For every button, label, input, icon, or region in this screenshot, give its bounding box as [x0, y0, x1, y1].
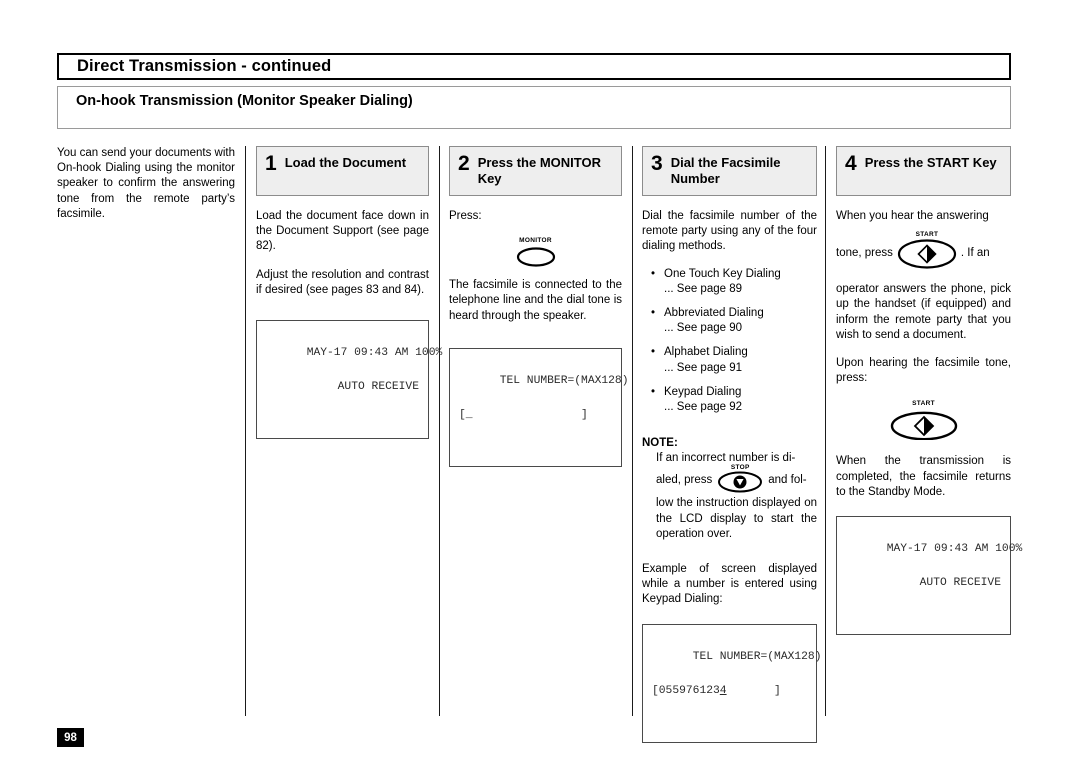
step-3-paragraph-1: Dial the facsimile number of the remote … — [642, 210, 817, 253]
step-2-lcd-line-1: TEL NUMBER=(MAX128) — [499, 374, 629, 387]
start-key-label-large: START — [912, 400, 935, 408]
intro-paragraph: You can send your documents with On-hook… — [57, 147, 235, 220]
step-4-inline-post: . If an — [960, 246, 990, 259]
bullet-icon: • — [650, 385, 656, 398]
step-3-lcd-cursor-digit: 4 — [719, 684, 727, 697]
dialing-method-ref-3: ... See page 92 — [664, 401, 743, 414]
step-1-lcd-line-1: MAY-17 09:43 AM 100% — [306, 347, 443, 360]
step-1-paragraph-1: Load the document face down in the Docum… — [256, 210, 429, 253]
monitor-key-area: MONITOR — [449, 236, 622, 268]
bullet-icon: • — [650, 307, 656, 320]
step-column-3: 3 Dial the Facsimile Number Dial the fac… — [642, 146, 822, 743]
note-text-part-3: and fol- — [768, 473, 807, 486]
step-1-lcd-line-2: AUTO RECEIVE — [337, 381, 419, 394]
column-divider-3 — [632, 146, 633, 716]
step-1-number: 1 — [265, 152, 277, 175]
bullet-icon: • — [650, 346, 656, 359]
monitor-key-label: MONITOR — [519, 237, 552, 245]
step-3-lcd-line-2: [0559761234 ] — [652, 683, 807, 700]
step-4-paragraph-1: When you hear the answering — [836, 210, 989, 222]
start-key-icon-large: START — [886, 400, 962, 441]
page-title-box: Direct Transmission - continued — [57, 53, 1011, 80]
dialing-method-ref-1: ... See page 90 — [664, 322, 743, 335]
step-3-lcd-number-suffix: ] — [726, 684, 781, 697]
dialing-method-name-0: One Touch Key Dialing — [664, 267, 781, 280]
step-4-lcd-display: MAY-17 09:43 AM 100% AUTO RECEIVE — [836, 516, 1022, 636]
dialing-method-name-2: Alphabet Dialing — [664, 346, 748, 359]
column-divider-2 — [439, 146, 440, 716]
column-divider-1 — [245, 146, 246, 716]
dialing-method-ref-2: ... See page 91 — [664, 361, 743, 374]
column-divider-4 — [825, 146, 826, 716]
step-3-lcd-number-prefix: [055976123 — [652, 684, 720, 697]
step-4-inline-pre: tone, press — [836, 246, 893, 259]
start-key-label: START — [915, 231, 939, 239]
list-item: • One Touch Key Dialing ... See page 89 — [642, 267, 817, 297]
dialing-method-name-1: Abbreviated Dialing — [664, 307, 764, 320]
step-4-number: 4 — [845, 152, 857, 175]
list-item: • Alphabet Dialing ... See page 91 — [642, 345, 817, 375]
section-subtitle-box: On-hook Transmission (Monitor Speaker Di… — [57, 86, 1011, 129]
step-4-lcd-line-1: MAY-17 09:43 AM 100% — [886, 543, 1023, 556]
step-2-header: 2 Press the MONITOR Key — [449, 146, 622, 196]
step-1-lcd-display: MAY-17 09:43 AM 100% AUTO RECEIVE — [256, 320, 442, 440]
step-column-4: 4 Press the START Key When you hear the … — [836, 146, 1022, 636]
step-3-paragraph-2: Example of screen displayed while a numb… — [642, 563, 817, 606]
stop-key-label: STOP — [730, 464, 750, 472]
note-label: NOTE: — [642, 437, 678, 450]
start-key-area: START — [836, 400, 1011, 441]
step-3-title: Dial the Facsimile Number — [670, 155, 781, 186]
page-number-badge: 98 — [57, 728, 84, 747]
document-page: Direct Transmission - continued On-hook … — [0, 0, 1080, 763]
step-3-lcd-line-1: TEL NUMBER=(MAX128) — [692, 650, 822, 663]
step-1-paragraph-2: Adjust the resolution and contrast if de… — [256, 268, 429, 296]
monitor-key-icon: MONITOR — [510, 236, 562, 268]
note-text-part-4: low the instruction displayed on the LCD… — [656, 497, 817, 540]
list-item: • Keypad Dialing ... See page 92 — [642, 385, 817, 415]
step-2-number: 2 — [458, 152, 470, 175]
note-stop-key-line: aled, press STOP and fol- — [656, 464, 817, 493]
step-2-lcd-line-2: [_ ] — [459, 408, 588, 421]
step-2-title: Press the MONITOR Key — [477, 155, 601, 186]
dialing-method-ref-0: ... See page 89 — [664, 282, 743, 295]
bullet-icon: • — [650, 267, 656, 280]
step-2-lcd-display: TEL NUMBER=(MAX128) [_ ] — [449, 347, 629, 467]
section-subtitle: On-hook Transmission (Monitor Speaker Di… — [76, 93, 413, 109]
dialing-method-name-3: Keypad Dialing — [664, 385, 742, 398]
step-3-number: 3 — [651, 152, 663, 175]
step-2-press-label: Press: — [449, 210, 482, 222]
step-4-header: 4 Press the START Key — [836, 146, 1011, 196]
step-4-paragraph-2: operator answers the phone, pick up the … — [836, 283, 1011, 341]
step-3-lcd-display: TEL NUMBER=(MAX128) [0559761234 ] — [642, 623, 822, 743]
step-column-2: 2 Press the MONITOR Key Press: MONITOR T… — [449, 146, 629, 467]
step-4-lcd-line-2: AUTO RECEIVE — [919, 577, 1001, 590]
start-key-inline-line: tone, press START . If an — [836, 231, 1011, 270]
start-key-icon-inline: START — [896, 231, 958, 270]
step-4-paragraph-4: When the transmission is completed, the … — [836, 455, 1011, 498]
step-column-1: 1 Load the Document Load the document fa… — [256, 146, 442, 440]
step-4-title: Press the START Key — [864, 155, 997, 170]
page-title: Direct Transmission - continued — [77, 57, 332, 75]
note-text-part-2: aled, press — [656, 473, 713, 486]
stop-key-icon: STOP — [716, 464, 764, 493]
step-1-title: Load the Document — [284, 155, 407, 170]
step-1-header: 1 Load the Document — [256, 146, 429, 196]
step-4-paragraph-3: Upon hearing the facsimile tone, press: — [836, 357, 1011, 385]
dialing-methods-list: • One Touch Key Dialing ... See page 89 … — [642, 267, 817, 416]
step-2-paragraph-1: The facsimile is connected to the teleph… — [449, 279, 622, 322]
step-3-header: 3 Dial the Facsimile Number — [642, 146, 817, 196]
list-item: • Abbreviated Dialing ... See page 90 — [642, 306, 817, 336]
